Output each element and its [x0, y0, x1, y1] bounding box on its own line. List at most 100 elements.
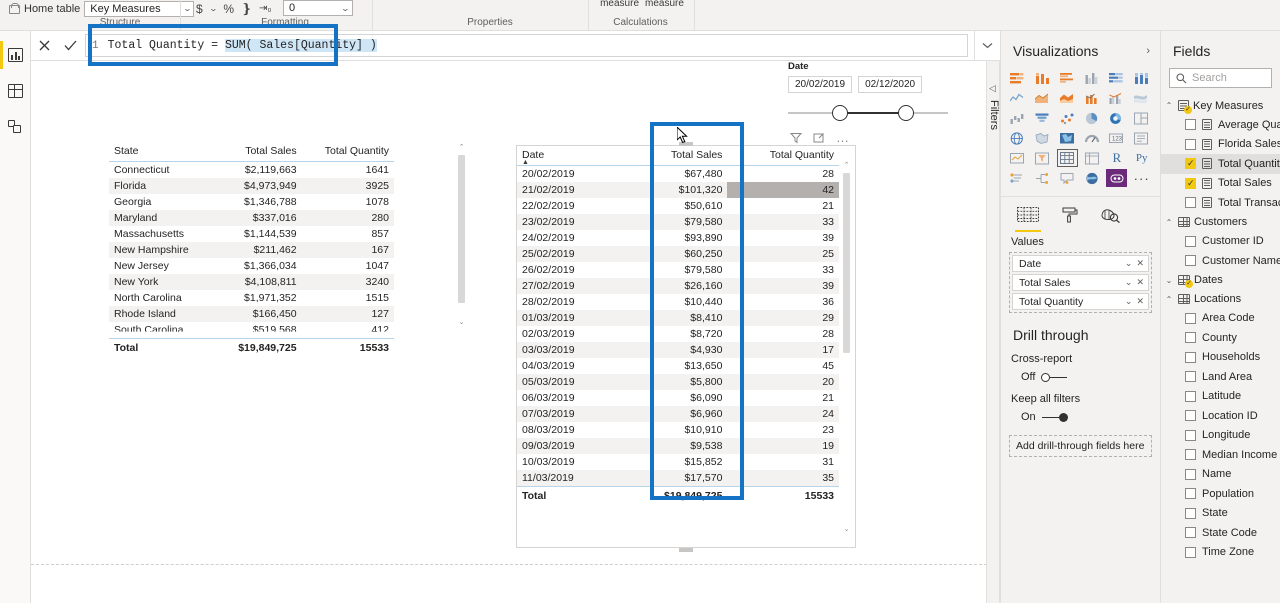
100-stacked-column-chart-icon[interactable] [1131, 69, 1152, 87]
field-item-land-area[interactable]: Land Area [1161, 367, 1280, 387]
state-table-scrollbar[interactable]: ⌃ ⌄ [456, 142, 467, 328]
field-item-state[interactable]: State [1161, 504, 1280, 524]
table-cell[interactable]: 21 [727, 390, 839, 406]
table-cell[interactable]: South Carolina [109, 322, 214, 332]
table-cell[interactable]: 33 [727, 214, 839, 230]
column-header-total-sales[interactable]: Total Sales [615, 146, 728, 166]
field-checkbox[interactable] [1185, 390, 1196, 402]
table-row[interactable]: Georgia $1,346,788 1078 [109, 194, 394, 210]
100-stacked-bar-chart-icon[interactable] [1106, 69, 1127, 87]
clustered-bar-chart-icon[interactable] [1057, 69, 1078, 87]
table-cell[interactable]: North Carolina [109, 290, 214, 306]
table-row[interactable]: 01/03/2019 $8,410 29 [517, 310, 839, 326]
scroll-up-icon[interactable]: ⌃ [456, 142, 467, 153]
model-view-button[interactable] [0, 109, 31, 145]
stacked-bar-chart-icon[interactable] [1007, 69, 1028, 87]
table-cell[interactable]: $79,580 [615, 214, 728, 230]
table-row[interactable]: New York $4,108,811 3240 [109, 274, 394, 290]
column-header-date[interactable]: Date ▲ [517, 146, 616, 166]
table-cell[interactable]: $13,650 [616, 358, 728, 374]
table-cell[interactable]: Georgia [109, 194, 214, 210]
table-cell[interactable]: 1515 [302, 290, 394, 306]
remove-field-icon[interactable]: ✕ [1136, 277, 1144, 288]
waterfall-chart-icon[interactable] [1007, 109, 1028, 127]
table-cell[interactable]: Connecticut [109, 162, 214, 179]
commit-formula-button[interactable] [57, 31, 83, 61]
table-row[interactable]: 26/02/2019 $79,580 33 [517, 262, 839, 278]
table-cell[interactable]: 17 [727, 342, 839, 358]
field-item-customer-id[interactable]: Customer ID [1161, 232, 1280, 252]
table-cell[interactable]: 1047 [302, 258, 394, 274]
table-row[interactable]: 04/03/2019 $13,650 45 [517, 358, 839, 374]
report-view-button[interactable] [0, 37, 31, 73]
date-slicer-visual[interactable]: Date 20/02/2019 02/12/2020 … [788, 61, 948, 144]
clustered-column-chart-icon[interactable] [1082, 69, 1103, 87]
table-cell[interactable]: 31 [727, 454, 839, 470]
table-cell[interactable]: 27/02/2019 [517, 278, 616, 294]
slicer-range-slider[interactable] [788, 101, 948, 127]
chevron-down-icon[interactable]: ⌄ [1125, 296, 1133, 307]
table-cell[interactable]: 21 [727, 198, 839, 214]
table-cell[interactable]: 04/03/2019 [517, 358, 616, 374]
scrollbar-thumb[interactable] [458, 155, 465, 303]
table-cell[interactable]: 08/03/2019 [517, 422, 616, 438]
field-checkbox[interactable] [1185, 468, 1196, 480]
table-cell[interactable]: $2,119,663 [214, 162, 301, 179]
table-row[interactable]: Florida $4,973,949 3925 [109, 178, 394, 194]
field-checkbox[interactable] [1185, 332, 1196, 344]
remove-field-icon[interactable]: ✕ [1136, 296, 1144, 307]
table-cell[interactable]: 25/02/2019 [517, 246, 616, 262]
table-cell[interactable]: New Jersey [109, 258, 214, 274]
table-cell[interactable]: 06/03/2019 [517, 390, 616, 406]
area-chart-icon[interactable] [1032, 89, 1053, 107]
table-cell[interactable]: 3925 [301, 178, 394, 194]
table-cell[interactable]: $67,480 [616, 166, 728, 183]
currency-chevron-down-icon[interactable]: ⌄ [208, 4, 217, 13]
field-checkbox[interactable] [1185, 119, 1196, 131]
table-cell[interactable]: 1641 [302, 162, 394, 179]
table-cell[interactable]: $10,910 [616, 422, 728, 438]
table-cell[interactable]: Florida [109, 178, 215, 194]
table-cell[interactable]: $50,610 [616, 198, 728, 214]
table-cell[interactable]: 07/03/2019 [517, 406, 616, 422]
table-cell[interactable]: 22/02/2019 [517, 198, 616, 214]
field-item-customer-name[interactable]: Customer Name [1161, 251, 1280, 271]
donut-chart-icon[interactable] [1106, 109, 1127, 127]
table-row[interactable]: 10/03/2019 $15,852 31 [517, 454, 839, 470]
table-cell[interactable]: $1,971,352 [214, 290, 301, 306]
column-header-total-sales[interactable]: Total Sales [214, 142, 302, 162]
matrix-icon[interactable] [1082, 149, 1103, 167]
table-cell[interactable]: $6,090 [616, 390, 728, 406]
table-row[interactable]: 20/02/2019 $67,480 28 [517, 166, 839, 183]
currency-icon[interactable]: $ [196, 3, 203, 15]
slider-handle-start[interactable] [832, 105, 848, 121]
scroll-down-icon[interactable]: ⌄ [456, 317, 467, 328]
values-well[interactable]: Date ⌄ ✕ Total Sales ⌄ ✕ Total Quantity … [1009, 252, 1152, 313]
table-cell[interactable]: 05/03/2019 [517, 374, 616, 390]
chevron-up-icon[interactable]: ⌃ [1164, 101, 1174, 110]
table-cell[interactable]: 167 [301, 242, 394, 258]
visual-resize-handle-bottom[interactable] [679, 548, 693, 552]
table-row[interactable]: 25/02/2019 $60,250 25 [517, 246, 839, 262]
focus-mode-icon[interactable] [813, 132, 825, 144]
field-item-area-code[interactable]: Area Code [1161, 309, 1280, 329]
decimal-places-input[interactable]: 0 ⌄ [283, 0, 353, 16]
data-view-button[interactable] [0, 73, 31, 109]
table-cell[interactable]: 01/03/2019 [517, 310, 616, 326]
field-checkbox[interactable] [1185, 449, 1196, 461]
table-cell[interactable]: Rhode Island [109, 306, 215, 322]
table-cell[interactable]: 29 [727, 310, 839, 326]
decimal-decrease-icon[interactable]: ⇥₀ [259, 3, 272, 14]
format-tab[interactable] [1061, 207, 1079, 232]
remove-field-icon[interactable]: ✕ [1136, 258, 1144, 269]
table-visual-icon[interactable] [1056, 149, 1078, 167]
table-cell[interactable]: 857 [302, 226, 394, 242]
scroll-down-icon[interactable]: ⌄ [841, 524, 852, 535]
field-item-total-quantity[interactable]: Total Quantity [1161, 154, 1280, 174]
comma-style-icon[interactable]: ❵ [241, 2, 252, 15]
table-cell[interactable]: $4,930 [615, 342, 728, 358]
table-cell[interactable]: $60,250 [615, 246, 728, 262]
field-item-households[interactable]: Households [1161, 348, 1280, 368]
cross-report-toggle-row[interactable]: Off [1001, 368, 1160, 391]
field-chip-date[interactable]: Date ⌄ ✕ [1012, 255, 1149, 272]
